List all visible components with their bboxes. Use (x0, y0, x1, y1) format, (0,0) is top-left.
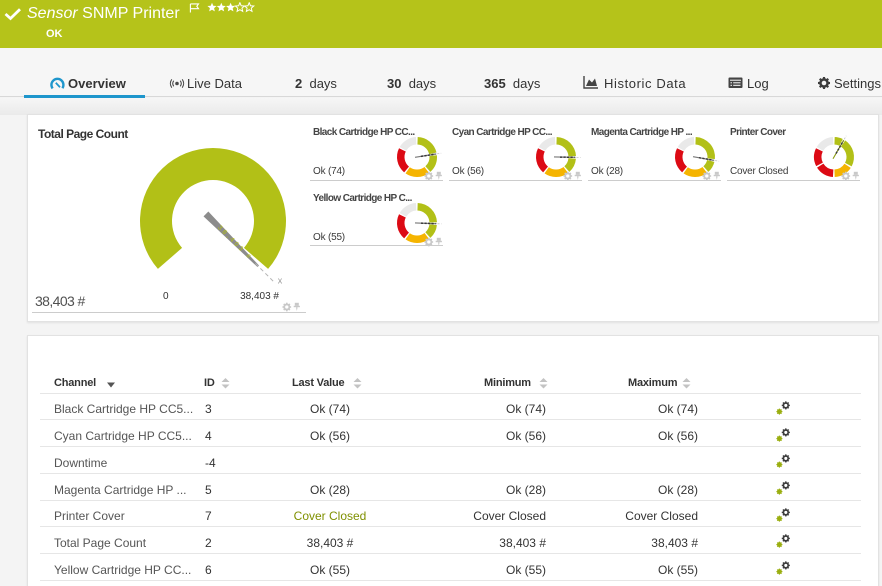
svg-text:x: x (278, 276, 283, 286)
